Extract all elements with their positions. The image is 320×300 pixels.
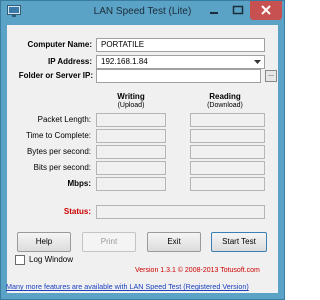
- packet-length-writing: [96, 113, 166, 127]
- minimize-button[interactable]: [202, 1, 226, 20]
- status-field: [96, 205, 265, 219]
- reading-subheader: (Download): [207, 102, 243, 109]
- computer-name-value: PORTATILE: [101, 40, 145, 49]
- close-button[interactable]: [250, 1, 282, 20]
- writing-header: Writing: [117, 92, 145, 101]
- time-to-complete-reading: [190, 129, 265, 143]
- help-button[interactable]: Help: [17, 232, 71, 252]
- status-label: Status:: [63, 207, 91, 216]
- bytes-per-second-label: Bytes per second:: [26, 147, 91, 156]
- log-window-label[interactable]: Log Window: [29, 255, 73, 264]
- folder-server-input[interactable]: [96, 69, 261, 83]
- version-text: Version 1.3.1 © 2008-2013 Totusoft.com: [135, 267, 260, 274]
- bits-per-second-reading: [190, 161, 265, 175]
- maximize-button[interactable]: [226, 1, 250, 20]
- exit-button[interactable]: Exit: [147, 232, 201, 252]
- packet-length-reading: [190, 113, 265, 127]
- bits-per-second-writing: [96, 161, 166, 175]
- main-panel: Computer Name: PORTATILE IP Address: 192…: [7, 25, 278, 293]
- writing-subheader: (Upload): [117, 102, 145, 109]
- computer-name-label: Computer Name:: [27, 40, 92, 49]
- ip-address-value: 192.168.1.84: [101, 57, 148, 66]
- time-to-complete-writing: [96, 129, 166, 143]
- browse-button[interactable]: ...: [265, 70, 277, 82]
- chevron-down-icon[interactable]: [251, 56, 264, 68]
- close-icon: [261, 5, 271, 15]
- bytes-per-second-reading: [190, 145, 265, 159]
- mbps-label: Mbps:: [67, 179, 91, 188]
- title-bar[interactable]: LAN Speed Test (Lite): [1, 1, 284, 23]
- log-window-checkbox[interactable]: [15, 255, 25, 265]
- start-test-button[interactable]: Start Test: [211, 232, 267, 252]
- reading-header: Reading: [209, 92, 241, 101]
- time-to-complete-label: Time to Complete:: [25, 131, 91, 140]
- registered-version-link[interactable]: Many more features are available with LA…: [6, 282, 249, 291]
- packet-length-label: Packet Length:: [37, 115, 91, 124]
- folder-server-label: Folder or Server IP:: [18, 71, 93, 80]
- ip-address-select[interactable]: 192.168.1.84: [96, 55, 265, 69]
- computer-name-field[interactable]: PORTATILE: [96, 38, 265, 52]
- bytes-per-second-writing: [96, 145, 166, 159]
- maximize-icon: [232, 5, 244, 15]
- print-button[interactable]: Print: [82, 232, 136, 252]
- bits-per-second-label: Bits per second:: [33, 163, 91, 172]
- mbps-reading: [190, 177, 265, 191]
- minimize-icon: [210, 12, 218, 14]
- mbps-writing: [96, 177, 166, 191]
- app-window: LAN Speed Test (Lite) Computer Name: POR…: [0, 0, 285, 300]
- ip-address-label: IP Address:: [47, 57, 92, 66]
